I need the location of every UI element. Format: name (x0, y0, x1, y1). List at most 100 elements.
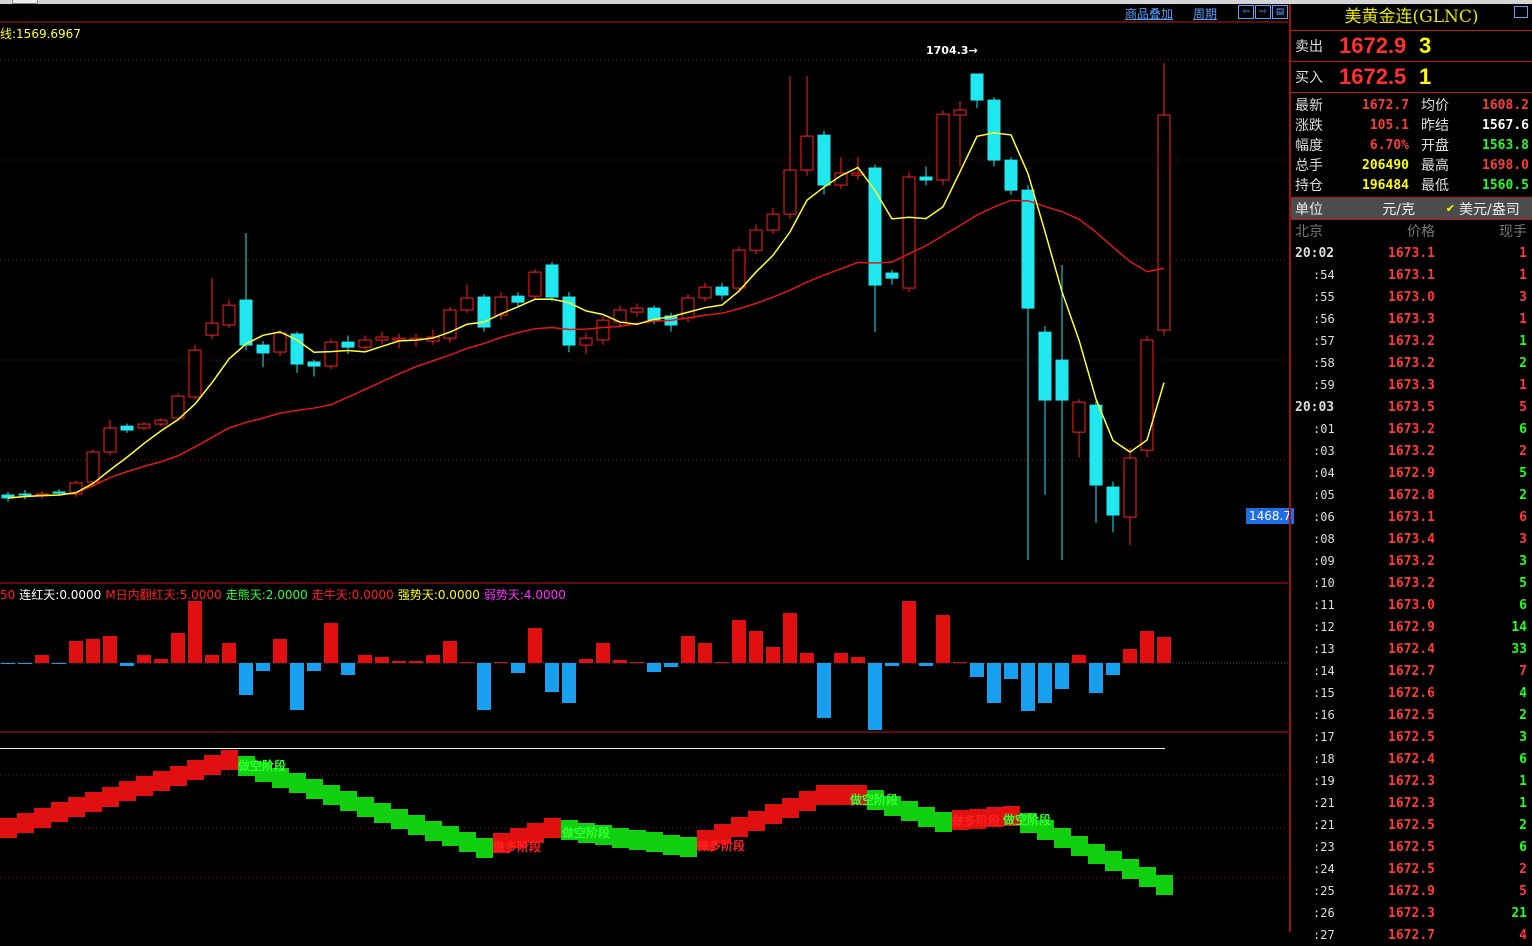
ticks-header: 北京 价格 现手 (1291, 220, 1532, 242)
band-step-down (340, 791, 357, 811)
candle-up (188, 349, 202, 398)
tick-price: 1672.5 (1388, 707, 1435, 723)
tick-row: :58 1673.2 2 (1291, 352, 1532, 374)
tick-row: :56 1673.3 1 (1291, 308, 1532, 330)
tick-qty: 14 (1511, 619, 1527, 635)
unit-option-yuan-gram[interactable]: 元/克 (1345, 199, 1415, 219)
candle-down (970, 73, 984, 101)
stat-value: 1560.5 (1482, 177, 1529, 193)
stats-row: 涨跌 105.1 昨结 1567.6 (1291, 115, 1532, 135)
tick-price: 1672.4 (1388, 751, 1435, 767)
tick-qty: 2 (1519, 817, 1527, 833)
stat-label: 涨跌 (1295, 118, 1323, 134)
band-step-up (782, 798, 799, 818)
moving-averages (7, 132, 1165, 499)
indicator-bar-up (460, 662, 474, 663)
indicator-bar-down (52, 663, 66, 664)
indicator-bar-down (290, 663, 304, 710)
symbol-title: 美黄金连(GLNC) (1291, 4, 1532, 31)
overlay-symbol-link[interactable]: 商品叠加 (1125, 5, 1173, 22)
price-axis-tag: 1468.7 (1246, 508, 1294, 524)
indicator-bar-up (1140, 631, 1154, 663)
unit-option-usd-oz[interactable]: 美元/盎司 (1455, 199, 1520, 219)
period-link[interactable]: 周期 (1193, 5, 1217, 22)
indicator-bar-up (698, 643, 712, 663)
ticks-list[interactable]: 20:02 1673.1 1:54 1673.1 1:55 1673.0 3:56 1673.… (1291, 242, 1532, 946)
indicator-bar-up (69, 641, 83, 663)
indicator-bar-up (205, 655, 219, 663)
maximize-icon[interactable] (1514, 6, 1528, 18)
tick-time: :14 (1313, 664, 1335, 678)
tick-price: 1673.0 (1388, 597, 1435, 613)
layout-icon[interactable]: ▤ (1272, 5, 1288, 19)
candle-up (596, 319, 610, 341)
tick-row: :57 1673.2 1 (1291, 330, 1532, 352)
tick-row: :09 1673.2 3 (1291, 550, 1532, 572)
phase-label-long: 做多阶段 (697, 839, 746, 853)
tick-time: :56 (1313, 312, 1335, 326)
indicator-bar-down (664, 663, 678, 667)
indicator-bar-down (256, 663, 270, 671)
band-step-up (85, 792, 102, 812)
tick-row: :12 1672.9 14 (1291, 616, 1532, 638)
stat-value: 1567.6 (1482, 117, 1529, 133)
tick-time: :05 (1313, 488, 1335, 502)
kline-chart[interactable] (0, 0, 1288, 932)
candle-down (987, 99, 1001, 161)
band-step-up (187, 760, 204, 780)
tick-row: :55 1673.0 3 (1291, 286, 1532, 308)
quote-panel: 美黄金连(GLNC) 卖出 1672.9 3 买入 1672.5 1 最新 167… (1289, 4, 1532, 943)
tick-price: 1673.2 (1388, 333, 1435, 349)
candle-down (919, 176, 933, 181)
stat-label: 最低 (1421, 178, 1449, 194)
tick-time: :15 (1313, 686, 1335, 700)
scroll-left-icon[interactable]: ⇦ (1238, 5, 1254, 19)
indicator-bar-up (715, 662, 729, 663)
candle-up (375, 336, 389, 341)
tick-time: :55 (1313, 290, 1335, 304)
tick-time: :06 (1313, 510, 1335, 524)
stat-value: 1672.7 (1362, 97, 1409, 113)
stat-value: 1608.2 (1482, 97, 1529, 113)
indicator-bar-up (834, 653, 848, 663)
tick-price: 1673.3 (1388, 377, 1435, 393)
indicator-bar-down (120, 663, 134, 666)
tick-qty: 1 (1519, 333, 1527, 349)
candle-up (358, 339, 372, 348)
tick-time: :23 (1313, 840, 1335, 854)
tick-time: :21 (1313, 818, 1335, 832)
indicator-bar-down (562, 663, 576, 703)
indicator-bar-down (1106, 663, 1120, 675)
band-step-down (357, 797, 374, 817)
tick-time: :26 (1313, 906, 1335, 920)
tick-row: :21 1672.3 1 (1291, 792, 1532, 814)
stats-row: 总手 206490 最高 1698.0 (1291, 155, 1532, 175)
tick-price: 1672.7 (1388, 663, 1435, 679)
tick-qty: 1 (1519, 311, 1527, 327)
scroll-right-icon[interactable]: ⇨ (1255, 5, 1271, 19)
indicator-bar-down (1004, 663, 1018, 679)
candle-up (460, 297, 474, 311)
tick-price: 1672.9 (1388, 883, 1435, 899)
candle-down (885, 272, 899, 279)
candle-up (103, 427, 117, 453)
candle-down (307, 361, 321, 367)
ma-short-line (7, 132, 1165, 499)
indicator-bar-up (154, 659, 168, 663)
band-step-down (646, 832, 663, 852)
tick-time: :08 (1313, 532, 1335, 546)
stat-value: 1563.8 (1482, 137, 1529, 153)
indicator-bar-down (919, 663, 933, 666)
indicator-bar-up (188, 601, 202, 663)
stats-table: 最新 1672.7 均价 1608.2 涨跌 105.1 昨结 1567.6 幅度 6.70% 开盘… (1291, 93, 1532, 198)
tick-qty: 2 (1519, 861, 1527, 877)
candle-up (1140, 339, 1154, 451)
tick-row: :54 1673.1 1 (1291, 264, 1532, 286)
candle-down (1021, 189, 1035, 309)
band-step-up (748, 811, 765, 831)
indicator-bar-down (817, 663, 831, 718)
band-step-up (799, 791, 816, 811)
header-price: 价格 (1407, 224, 1435, 240)
indicator-bar-up (1123, 649, 1137, 663)
buy-quote: 买入 1672.5 1 (1291, 62, 1532, 93)
